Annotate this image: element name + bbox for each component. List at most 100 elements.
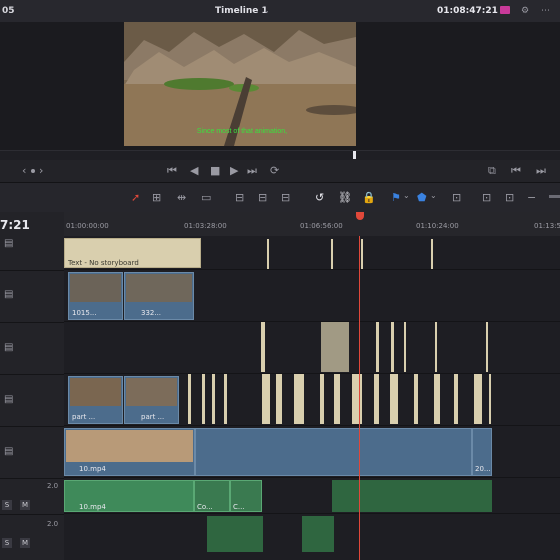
playhead-line[interactable] — [359, 236, 360, 560]
flag-icon[interactable]: ⚑ — [391, 191, 401, 204]
match-frame-icon[interactable]: ⧉ — [488, 164, 496, 178]
skip-end-icon[interactable]: ⏭ — [247, 164, 257, 178]
video-clip[interactable]: 332... — [124, 272, 194, 320]
audio-clip-segments[interactable] — [302, 516, 334, 552]
video-clip[interactable]: part ... — [68, 376, 123, 424]
link-icon[interactable]: ⛓ — [338, 191, 352, 204]
zoom-detail-icon[interactable]: ⊡ — [482, 191, 491, 204]
ruler-tick: 01:13:52 — [534, 222, 560, 230]
insert-clip-icon[interactable]: ⊟ — [235, 191, 244, 204]
clip-label: Text - No storyboard — [68, 259, 139, 267]
track-header-a2: 2.0 S M — [0, 514, 64, 560]
track-header-v4: ▤ — [0, 270, 64, 323]
chevron-down-icon[interactable]: ⌄ — [263, 0, 270, 22]
loop-icon[interactable]: ⟳ — [270, 164, 279, 177]
replace-clip-icon[interactable]: ⊟ — [281, 191, 290, 204]
playhead-handle[interactable] — [356, 212, 364, 220]
clip-label: 332... — [141, 309, 162, 317]
lock-icon[interactable]: 🔒 — [362, 191, 376, 204]
clip-label: 20... — [475, 465, 491, 473]
audio-clip-segments[interactable] — [207, 516, 263, 552]
solo-button[interactable]: S — [2, 500, 12, 510]
clip-thumbnail — [126, 378, 177, 406]
trim-tool-icon[interactable]: ⊞ — [152, 191, 161, 204]
skip-start-icon[interactable]: ⏮ — [167, 164, 177, 178]
solo-button[interactable]: S — [2, 538, 12, 548]
v5-edit-marks — [267, 239, 433, 269]
timeline-timecode-area: 7:21 — [0, 212, 64, 238]
timeline-name[interactable]: Timeline 1 — [215, 0, 268, 22]
left-fragment: 05 — [2, 6, 15, 16]
mute-button[interactable]: M — [20, 500, 30, 510]
viewer-frame[interactable]: Since most of that animation, — [124, 22, 356, 146]
audio-clip[interactable]: Co... — [194, 480, 230, 512]
audio-clip-segments[interactable] — [332, 480, 492, 512]
selection-tool-icon[interactable]: ➚ — [131, 191, 140, 204]
track-divider — [64, 513, 560, 514]
film-icon: ▤ — [4, 342, 14, 353]
clip-label: C... — [233, 503, 245, 511]
film-icon: ▤ — [4, 238, 14, 249]
more-options-icon[interactable]: ⋯ — [541, 0, 550, 22]
edit-toolbar: ➚ ⊞ ⇹ ▭ ⊟ ⊟ ⊟ ↺ ⛓ 🔒 ⚑ ⌄ ⬟ ⌄ ⊡ ⊡ ⊡ − — [0, 182, 560, 214]
clip-label: 10.mp4 — [79, 465, 106, 473]
jog-left-icon[interactable]: ‹ — [22, 164, 26, 177]
clip-label: part ... — [72, 413, 96, 421]
v3-edit-marks — [261, 322, 488, 372]
timeline-tracks[interactable]: Text - No storyboard 1015... 332... part… — [64, 236, 560, 560]
blade-tool-icon[interactable]: ▭ — [201, 191, 211, 204]
clip-thumbnail — [70, 378, 121, 406]
prev-edit-icon[interactable]: ⏮ — [511, 164, 521, 178]
video-clip-segments[interactable] — [195, 428, 472, 476]
ruler-tick: 01:00:00:00 — [66, 222, 109, 230]
stop-icon[interactable]: ■ — [210, 164, 220, 177]
reverse-icon[interactable]: ◀ — [190, 164, 198, 177]
marker-dropdown-chevron-icon[interactable]: ⌄ — [430, 191, 437, 200]
scene-image: Since most of that animation, — [124, 22, 356, 146]
text-clip[interactable]: Text - No storyboard — [64, 238, 201, 268]
snapping-icon[interactable]: ↺ — [315, 191, 324, 204]
video-clip-main[interactable]: 10.mp4 — [64, 428, 195, 476]
clip-label: part ... — [141, 413, 165, 421]
monitor-icon[interactable] — [500, 6, 510, 14]
clip-thumbnail — [70, 274, 121, 302]
jog-right-icon[interactable]: › — [39, 164, 43, 177]
marker-icon[interactable]: ⬟ — [417, 191, 427, 204]
track-headers: ▤ ▤ ▤ ▤ ▤ 2.0 S M 2.0 S M — [0, 236, 65, 560]
audio-clip[interactable]: C... — [230, 480, 262, 512]
audio-level: 2.0 — [47, 520, 59, 528]
clip-thumbnail — [66, 430, 193, 462]
track-header-a1: 2.0 S M — [0, 478, 64, 515]
mute-button[interactable]: M — [20, 538, 30, 548]
scrub-handle[interactable] — [353, 151, 356, 159]
track-divider — [64, 477, 560, 478]
zoom-slider[interactable] — [549, 195, 560, 198]
film-icon: ▤ — [4, 446, 14, 457]
track-header-v1: ▤ — [0, 426, 64, 479]
play-icon[interactable]: ▶ — [230, 164, 238, 177]
ruler-tick: 01:10:24:00 — [416, 222, 459, 230]
timecode: 01:08:47:21 — [437, 6, 498, 16]
next-edit-icon[interactable]: ⏭ — [536, 164, 546, 178]
wrench-icon[interactable]: ⚙ — [521, 0, 529, 22]
clip-label: Co... — [197, 503, 213, 511]
overwrite-clip-icon[interactable]: ⊟ — [258, 191, 267, 204]
playhead-timecode: 7:21 — [0, 218, 30, 232]
audio-clip-main[interactable]: 10.mp4 — [64, 480, 194, 512]
flag-dropdown-chevron-icon[interactable]: ⌄ — [403, 191, 410, 200]
video-clip[interactable]: 20... — [472, 428, 492, 476]
track-header-v5: ▤ — [0, 236, 64, 271]
jog-dot-icon[interactable] — [31, 169, 35, 173]
v2-edit-marks — [188, 374, 491, 424]
ruler-tick: 01:03:28:00 — [184, 222, 227, 230]
video-clip[interactable]: part ... — [124, 376, 179, 424]
video-clip[interactable]: 1015... — [68, 272, 123, 320]
transport-controls: ‹ › ⏮ ◀ ■ ▶ ⏭ ⟳ ⧉ ⏮ ⏭ — [0, 160, 560, 182]
zoom-custom-icon[interactable]: ⊡ — [505, 191, 514, 204]
dynamic-trim-icon[interactable]: ⇹ — [177, 191, 186, 204]
subtitle-text: Since most of that animation, — [197, 128, 287, 135]
timeline-ruler[interactable]: 01:00:00:00 01:03:28:00 01:06:56:00 01:1… — [64, 212, 560, 237]
zoom-full-icon[interactable]: ⊡ — [452, 191, 461, 204]
zoom-out-icon[interactable]: − — [527, 191, 536, 204]
track-header-v2: ▤ — [0, 374, 64, 427]
